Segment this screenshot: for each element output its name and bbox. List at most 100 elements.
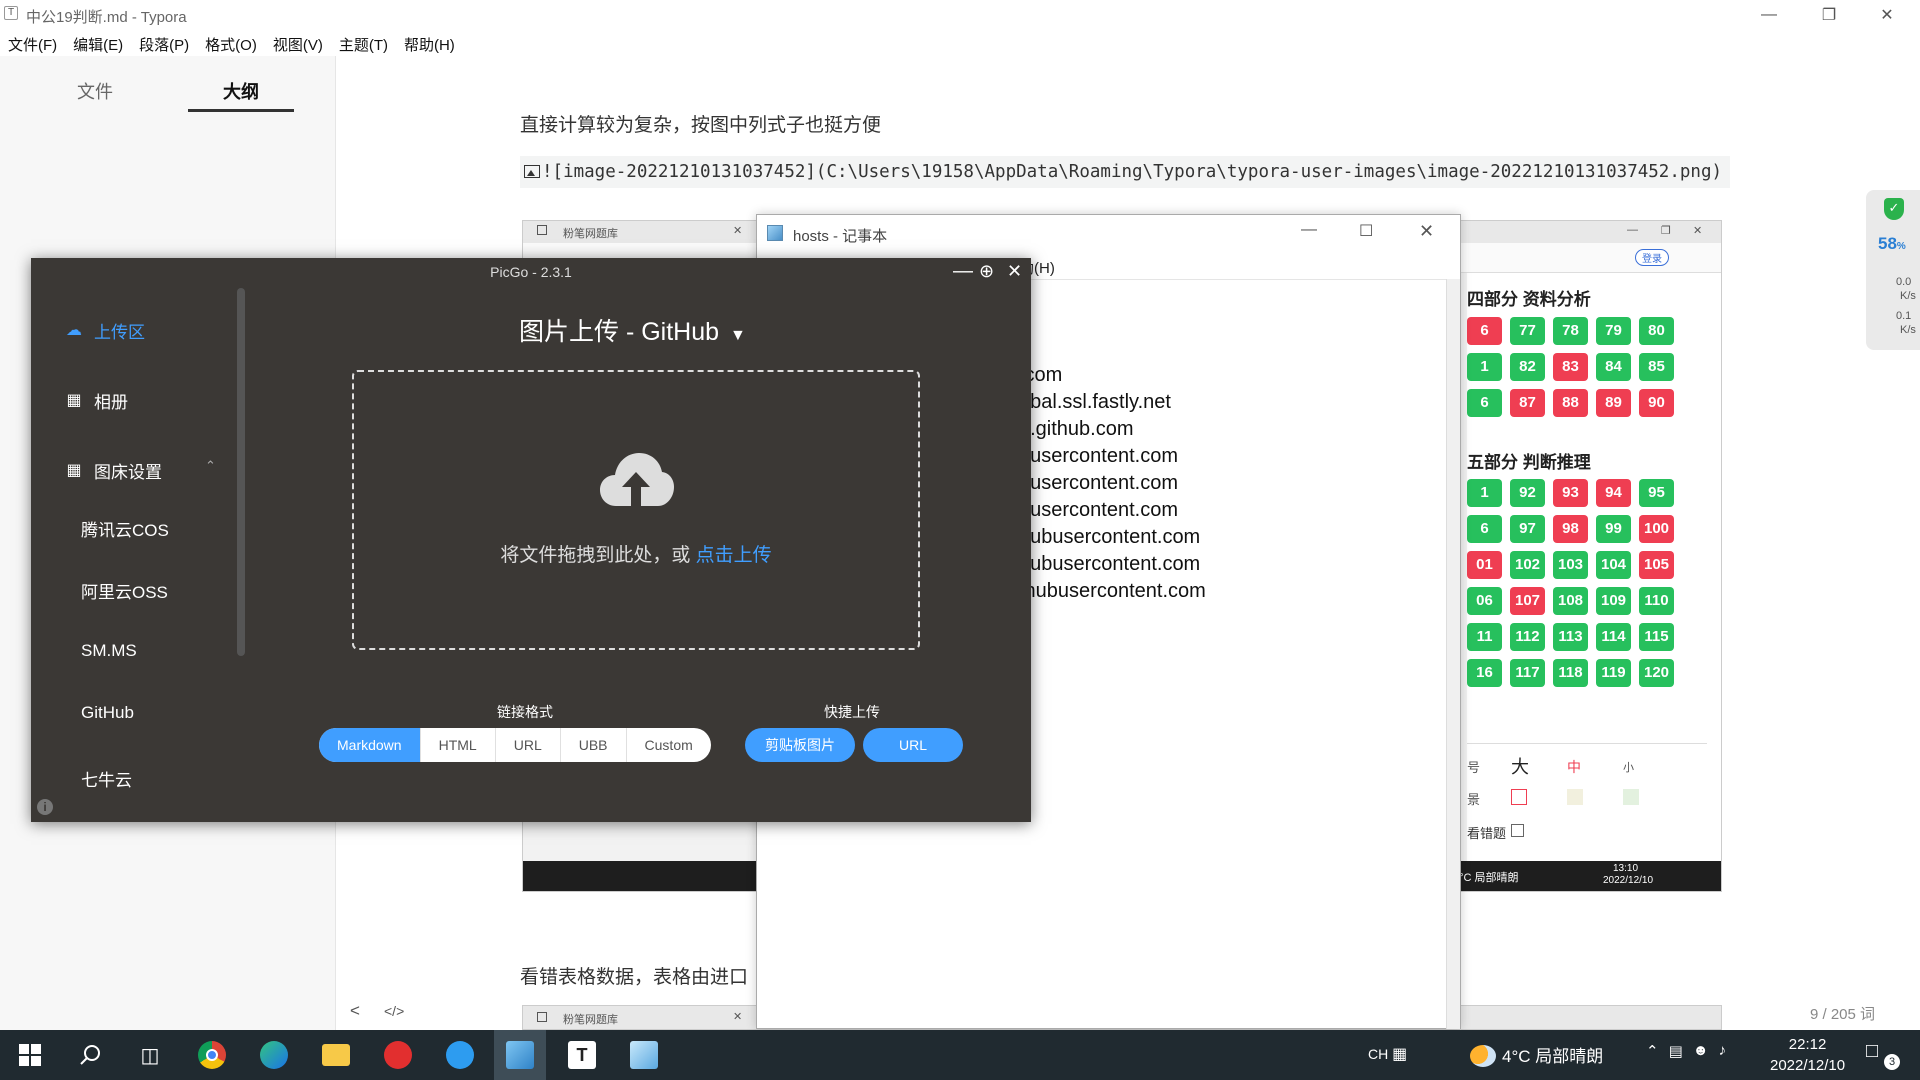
task-view-button[interactable]: ◫ — [124, 1030, 176, 1080]
drop-zone[interactable]: 将文件拖拽到此处，或 点击上传 — [352, 370, 920, 650]
clipboard-upload-button[interactable]: 剪贴板图片 — [745, 728, 855, 762]
network-widget[interactable]: ✓ 58% 0.0 K/s 0.1 K/s — [1866, 190, 1920, 350]
tab-icon — [537, 1012, 547, 1022]
url-upload-button[interactable]: URL — [863, 728, 963, 762]
app-button[interactable] — [434, 1030, 486, 1080]
menu-file[interactable]: 文件(F) — [0, 30, 65, 56]
menu-format[interactable]: 格式(O) — [197, 30, 265, 56]
maximize-button[interactable]: ☐ — [1359, 221, 1373, 241]
start-button[interactable] — [4, 1030, 56, 1080]
minimize-button[interactable]: — — [953, 260, 973, 283]
upload-heading[interactable]: 图片上传 - GitHub ▼ — [519, 312, 746, 348]
format-markdown[interactable]: Markdown — [319, 728, 421, 762]
nav-upload[interactable]: ☁ 上传区 — [31, 310, 241, 350]
edge-button[interactable] — [248, 1030, 300, 1080]
toggle-sidebar-button[interactable]: < — [350, 1001, 360, 1021]
nav-smms[interactable]: SM.MS — [81, 641, 137, 661]
notification-button[interactable]: □ 3 — [1866, 1040, 1906, 1070]
maximize-button[interactable]: ❐ — [1800, 0, 1858, 30]
netease-music-button[interactable] — [372, 1030, 424, 1080]
answer-cell: 90 — [1639, 389, 1674, 417]
close-button[interactable]: ✕ — [1007, 261, 1022, 282]
answer-cell: 104 — [1596, 551, 1631, 579]
menu-help[interactable]: 帮助(H) — [396, 30, 463, 56]
search-icon — [80, 1045, 100, 1065]
tab-outline[interactable]: 大纲 — [188, 76, 294, 112]
scrollbar[interactable] — [1446, 279, 1460, 1029]
answer-cell: 110 — [1639, 587, 1674, 615]
scrollbar[interactable] — [237, 288, 245, 656]
menu-paragraph[interactable]: 段落(P) — [131, 30, 197, 56]
close-button[interactable]: ✕ — [1858, 0, 1916, 30]
format-ubb[interactable]: UBB — [561, 728, 627, 762]
answer-cell: 92 — [1510, 479, 1545, 507]
speed-unit: K/s — [1900, 290, 1916, 302]
weather-widget[interactable]: 4°C 局部晴朗 — [1470, 1042, 1603, 1067]
image-source-text: ![image-20221210131037452](C:\Users\1915… — [542, 162, 1723, 182]
answer-cell: 120 — [1639, 659, 1674, 687]
nav-settings[interactable]: ▦ 图床设置 ⌃ — [31, 450, 241, 490]
nav-album[interactable]: ▦ 相册 — [31, 380, 241, 420]
pin-button[interactable]: ⊕ — [979, 261, 994, 282]
image-markdown-source[interactable]: ![image-20221210131037452](C:\Users\1915… — [520, 156, 1730, 188]
chevron-up-icon[interactable]: ⌃ — [1646, 1042, 1659, 1060]
picgo-button[interactable] — [494, 1030, 546, 1080]
word-count[interactable]: 9 / 205 词 — [1810, 1003, 1875, 1024]
tab-files[interactable]: 文件 — [42, 76, 148, 112]
answer-cell: 119 — [1596, 659, 1631, 687]
nav-tencent-cos[interactable]: 腾讯云COS — [81, 516, 169, 541]
chevron-up-icon: ⌃ — [205, 458, 216, 473]
minimize-button[interactable]: — — [1740, 0, 1798, 30]
answer-grid: 6 77 78 79 80 1 82 83 84 85 6 87 88 89 90 — [1467, 317, 1674, 417]
close-button[interactable]: ✕ — [1419, 221, 1434, 242]
answer-cell: 100 — [1639, 515, 1674, 543]
embedded-tab-title: 粉笔网题库 — [563, 1014, 618, 1026]
answer-cell: 85 — [1639, 353, 1674, 381]
typora-button[interactable]: T — [556, 1030, 608, 1080]
nav-github[interactable]: GitHub — [81, 703, 134, 723]
answer-cell: 94 — [1596, 479, 1631, 507]
info-icon[interactable]: i — [37, 799, 53, 815]
paragraph[interactable]: 直接计算较为复杂，按图中列式子也挺方便 — [520, 110, 881, 137]
window-title: 中公19判断.md - Typora — [26, 9, 187, 26]
answer-cell: 107 — [1510, 587, 1545, 615]
bg-swatch — [1567, 789, 1583, 805]
paragraph[interactable]: 看错表格数据，表格由进口 — [520, 962, 748, 989]
nav-qiniu[interactable]: 七牛云 — [81, 766, 132, 791]
menu-edit[interactable]: 编辑(E) — [65, 30, 131, 56]
answer-cell: 1 — [1467, 353, 1502, 381]
typora-titlebar: T 中公19判断.md - Typora — ❐ ✕ — [0, 0, 1920, 30]
volume-icon[interactable]: ♪ — [1719, 1042, 1727, 1060]
file-explorer-button[interactable] — [310, 1030, 362, 1080]
search-button[interactable] — [64, 1030, 116, 1080]
drop-hint: 将文件拖拽到此处，或 点击上传 — [354, 540, 918, 567]
format-html[interactable]: HTML — [421, 728, 496, 762]
notepad-icon — [630, 1041, 658, 1069]
answer-cell: 06 — [1467, 587, 1502, 615]
picgo-window[interactable]: PicGo - 2.3.1 — ⊕ ✕ ☁ 上传区 ▦ 相册 ▦ 图床设置 ⌃ … — [31, 258, 1031, 822]
minimize-button[interactable]: — — [1301, 221, 1317, 239]
font-size-label: 号 — [1467, 760, 1481, 775]
input-method[interactable]: CH ▦ — [1368, 1044, 1407, 1064]
nav-aliyun-oss[interactable]: 阿里云OSS — [81, 578, 168, 603]
answer-sheet: 四部分 资料分析 6 77 78 79 80 1 82 83 84 85 6 87 88 89 90 五部分… — [1467, 273, 1721, 873]
click-upload-link[interactable]: 点击上传 — [696, 545, 772, 566]
menu-theme[interactable]: 主题(T) — [331, 30, 396, 56]
notification-badge: 3 — [1884, 1054, 1900, 1070]
menu-view[interactable]: 视图(V) — [265, 30, 331, 56]
chrome-button[interactable] — [186, 1030, 238, 1080]
source-mode-button[interactable]: </> — [384, 1003, 404, 1019]
font-big: 大 — [1511, 757, 1529, 777]
percent-sign: % — [1896, 241, 1906, 252]
format-url[interactable]: URL — [496, 728, 561, 762]
embedded-time: 13:10 — [1613, 863, 1639, 874]
qq-icon[interactable]: ☻ — [1693, 1042, 1709, 1060]
clock[interactable]: 22:12 2022/12/10 — [1770, 1034, 1845, 1076]
notepad-text-area[interactable]: n .com obal.ssl.fastly.net n.github.com … — [1019, 335, 1206, 605]
picgo-nav: ☁ 上传区 ▦ 相册 ▦ 图床设置 ⌃ 腾讯云COS 阿里云OSS SM.MS … — [31, 288, 241, 822]
notepad-button[interactable] — [618, 1030, 670, 1080]
network-icon[interactable]: ▤ — [1669, 1042, 1683, 1060]
answer-cell: 118 — [1553, 659, 1588, 687]
link-format-group: Markdown HTML URL UBB Custom — [319, 728, 711, 762]
format-custom[interactable]: Custom — [627, 728, 711, 762]
